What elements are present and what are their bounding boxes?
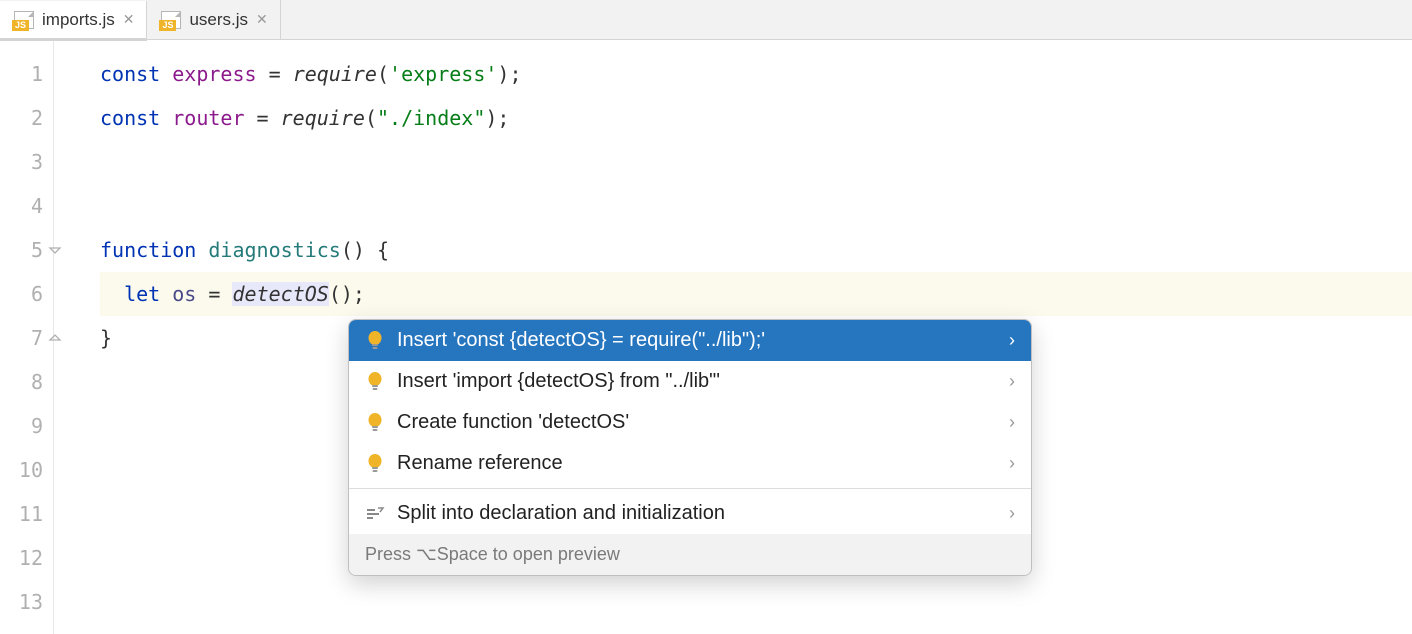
line-number: 6 — [0, 272, 53, 316]
line-number: 8 — [0, 360, 53, 404]
code-line: const express = require('express'); — [100, 52, 1412, 96]
lightbulb-icon — [365, 372, 385, 392]
intention-footer: Press ⌥Space to open preview — [349, 534, 1031, 575]
lightbulb-icon — [365, 331, 385, 351]
lightbulb-icon — [365, 454, 385, 474]
tab-label: imports.js — [42, 10, 115, 30]
intention-create-function[interactable]: Create function 'detectOS' › — [349, 402, 1031, 443]
intention-split-declaration[interactable]: Split into declaration and initializatio… — [349, 493, 1031, 534]
intention-rename-reference[interactable]: Rename reference › — [349, 443, 1031, 484]
close-icon[interactable]: ✕ — [123, 11, 135, 28]
js-file-icon: JS — [159, 11, 181, 29]
line-number: 5 — [0, 228, 53, 272]
intention-popup: Insert 'const {detectOS} = require("../l… — [348, 319, 1032, 576]
code-line: function diagnostics() { — [100, 228, 1412, 272]
divider — [349, 488, 1031, 489]
line-number: 12 — [0, 536, 53, 580]
tab-imports[interactable]: JS imports.js ✕ — [0, 1, 147, 41]
intention-label: Create function 'detectOS' — [397, 411, 997, 434]
line-number: 3 — [0, 140, 53, 184]
chevron-right-icon: › — [1009, 453, 1015, 474]
intention-label: Rename reference — [397, 452, 997, 475]
line-number: 10 — [0, 448, 53, 492]
fold-close-icon[interactable] — [48, 331, 62, 345]
intention-insert-import[interactable]: Insert 'import {detectOS} from "../lib"'… — [349, 361, 1031, 402]
intention-label: Split into declaration and initializatio… — [397, 502, 997, 525]
close-icon[interactable]: ✕ — [256, 11, 268, 28]
chevron-right-icon: › — [1009, 371, 1015, 392]
lightbulb-icon — [365, 413, 385, 433]
line-number: 4 — [0, 184, 53, 228]
line-number: 7 — [0, 316, 53, 360]
tab-label: users.js — [189, 10, 248, 30]
line-number: 13 — [0, 580, 53, 624]
code-line — [100, 184, 1412, 228]
code-line-current: let os = detectOS(); — [100, 272, 1412, 316]
intention-insert-require[interactable]: Insert 'const {detectOS} = require("../l… — [349, 320, 1031, 361]
tab-users[interactable]: JS users.js ✕ — [147, 0, 280, 39]
chevron-right-icon: › — [1009, 503, 1015, 524]
code-line — [100, 140, 1412, 184]
js-file-icon: JS — [12, 11, 34, 29]
fold-open-icon[interactable] — [48, 243, 62, 257]
line-number: 11 — [0, 492, 53, 536]
split-icon — [365, 504, 385, 524]
line-number: 9 — [0, 404, 53, 448]
fold-gutter — [54, 40, 70, 634]
chevron-right-icon: › — [1009, 412, 1015, 433]
line-number: 2 — [0, 96, 53, 140]
intention-label: Insert 'const {detectOS} = require("../l… — [397, 329, 997, 352]
tab-bar: JS imports.js ✕ JS users.js ✕ — [0, 0, 1412, 40]
chevron-right-icon: › — [1009, 330, 1015, 351]
line-number: 1 — [0, 52, 53, 96]
intention-label: Insert 'import {detectOS} from "../lib"' — [397, 370, 997, 393]
code-line: const router = require("./index"); — [100, 96, 1412, 140]
line-number-gutter: 1 2 3 4 5 6 7 8 9 10 11 12 13 — [0, 40, 54, 634]
